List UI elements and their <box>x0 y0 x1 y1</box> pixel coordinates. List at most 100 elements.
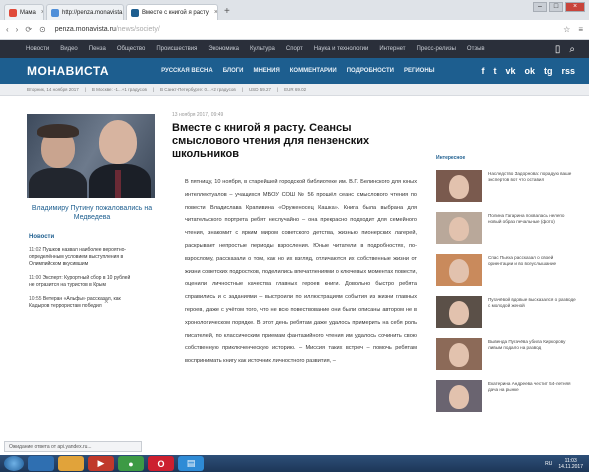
top-nav-item[interactable]: Наука и технологии <box>314 46 369 52</box>
language-indicator[interactable]: RU <box>545 461 552 467</box>
browser-tab[interactable]: Мама × <box>4 4 44 20</box>
main-nav-item[interactable]: КОММЕНТАРИИ <box>290 68 337 74</box>
taskbar-app-icon[interactable]: ● <box>118 456 144 471</box>
photo-figure-left <box>29 168 87 198</box>
info-divider: | <box>241 87 243 92</box>
top-nav-item[interactable]: Общество <box>117 46 146 52</box>
thumbnail-face <box>449 259 469 283</box>
main-nav-item[interactable]: РЕГИОНЫ <box>404 68 435 74</box>
article-body: В пятницу, 10 ноября, в старейшей городс… <box>185 179 417 365</box>
interesting-card[interactable]: Вывенда Пугачёва убила Киркорову ливым п… <box>436 338 578 371</box>
close-icon[interactable]: × <box>104 297 109 306</box>
top-nav-item[interactable]: Происшествия <box>156 46 197 52</box>
article: 13 ноября 2017, 09:49 Вместе с книгой я … <box>172 112 424 368</box>
top-nav-item[interactable]: Пензa <box>89 46 106 52</box>
info-divider: | <box>152 87 155 92</box>
tab-label: http://penza.monavista.ru <box>62 9 124 16</box>
browser-menu-icon[interactable]: ≡ <box>578 25 583 34</box>
news-list-item[interactable]: 11:00 Эксперт: Курортный сбор в 10 рубле… <box>29 275 137 289</box>
bookmark-star-icon[interactable]: ☆ <box>563 25 570 34</box>
tab-label: Мама <box>20 9 36 16</box>
news-list-item[interactable]: 10:55 Ветеран «Альфы» рассказал, как Кад… <box>29 296 137 310</box>
info-item: USD 59.27 <box>248 87 271 92</box>
main-nav: РУССКАЯ ВЕСНА БЛОГИ МНЕНИЯ КОММЕНТАРИИ ПОДРО… <box>161 68 434 74</box>
top-nav-icons: ▯ ⌕ <box>555 44 589 55</box>
featured-photo[interactable] <box>27 114 155 198</box>
main-nav-item[interactable]: ПОДРОБНОСТИ <box>347 68 394 74</box>
top-nav-item[interactable]: Интернет <box>379 46 405 52</box>
mobile-icon[interactable]: ▯ <box>555 44 561 55</box>
browser-tab-bar: Мама×http://penza.monavista.ru×Вместе с … <box>0 0 589 20</box>
top-nav-item[interactable]: Видео <box>60 46 78 52</box>
new-tab-button[interactable]: + <box>220 4 234 20</box>
close-window-button[interactable]: × <box>565 2 585 12</box>
photo-hair-left <box>37 124 79 138</box>
top-nav-item[interactable]: Отзыв <box>467 46 485 52</box>
top-nav-item[interactable]: Новости <box>26 46 49 52</box>
os-taskbar: ▶ ● O ▤ RU 11:03 14.11.2017 <box>0 455 589 472</box>
site-header: МОНАВИСТА РУССКАЯ ВЕСНА БЛОГИ МНЕНИЯ КОММЕН… <box>0 58 589 84</box>
main-nav-item[interactable]: РУССКАЯ ВЕСНА <box>161 68 213 74</box>
clock-date: 14.11.2017 <box>558 463 583 470</box>
browser-tab[interactable]: http://penza.monavista.ru× <box>46 4 124 20</box>
tab-close-icon[interactable]: × <box>214 9 217 16</box>
info-item: В Санкт-Петербурге: 0...+2 градусов <box>160 87 236 92</box>
card-text: Пугачёвой вдовые высказался о разводе с … <box>488 297 576 309</box>
site-info-icon[interactable]: ⊙ <box>39 25 46 34</box>
url-domain: penza.monavista.ru <box>54 26 116 33</box>
reload-icon[interactable]: ⟳ <box>25 25 32 34</box>
rss-icon[interactable]: rss <box>561 66 575 76</box>
twitter-icon[interactable]: t <box>493 66 496 76</box>
card-text: Екатерина Андреева честит 54-летняя дача… <box>488 381 571 393</box>
site-logo[interactable]: МОНАВИСТА <box>27 64 109 78</box>
card-thumbnail <box>436 254 482 286</box>
facebook-icon[interactable]: f <box>481 66 484 76</box>
interesting-card[interactable]: Спас Пьеха рассказал о своей ориентации … <box>436 254 578 287</box>
news-heading[interactable]: Новости <box>29 234 157 240</box>
news-time: 11:00 <box>29 275 42 281</box>
thumbnail-face <box>449 343 469 367</box>
tab-close-icon[interactable]: × <box>41 9 43 16</box>
card-thumbnail <box>436 380 482 412</box>
back-icon[interactable]: ‹ <box>6 25 9 34</box>
odnoklassniki-icon[interactable]: ok <box>524 66 535 76</box>
interesting-card[interactable]: Пугачёвой вдовые высказался о разводе с … <box>436 296 578 329</box>
maximize-button[interactable]: □ <box>549 2 563 12</box>
social-links: f t vk ok tg rss <box>481 66 589 76</box>
forward-icon[interactable]: › <box>16 25 19 34</box>
main-nav-item[interactable]: БЛОГИ <box>223 68 244 74</box>
vk-icon[interactable]: vk <box>505 66 515 76</box>
top-nav-item[interactable]: Экономика <box>208 46 239 52</box>
news-list-item[interactable]: 11:02 Пушков назвал наиболее вероятно-оп… <box>29 247 137 268</box>
featured-caption[interactable]: Владимиру Путину пожаловались на Медведе… <box>27 204 157 222</box>
main-nav-item[interactable]: МНЕНИЯ <box>253 68 279 74</box>
start-button[interactable] <box>4 456 24 471</box>
browser-tab[interactable]: Вместе с книгой я расту × <box>126 4 218 20</box>
left-column: Владимиру Путину пожаловались на Медведе… <box>27 114 157 310</box>
taskbar-app-icon[interactable] <box>58 456 84 471</box>
right-column: Интересное Наследство Задорнова: порадую… <box>436 155 578 413</box>
info-item: В Москве: -1...+1 градусов <box>91 87 147 92</box>
card-text: Спас Пьеха рассказал о своей ориентации … <box>488 255 557 267</box>
top-nav-item[interactable]: Культура <box>250 46 275 52</box>
search-icon[interactable]: ⌕ <box>569 44 575 55</box>
interesting-card[interactable]: Екатерина Андреева честит 54-летняя дача… <box>436 380 578 413</box>
taskbar-app-icon[interactable]: ▤ <box>178 456 204 471</box>
card-text: Полина Гагарина похвалась нелепо новый о… <box>488 213 565 225</box>
telegram-icon[interactable]: tg <box>544 66 553 76</box>
card-thumbnail <box>436 338 482 370</box>
top-nav-item[interactable]: Спорт <box>286 46 303 52</box>
taskbar-app-icon[interactable] <box>28 456 54 471</box>
interesting-card[interactable]: Полина Гагарина похвалась нелепо новый о… <box>436 212 578 245</box>
thumbnail-face <box>449 385 469 409</box>
top-nav-item[interactable]: Пресс-релизы <box>417 46 456 52</box>
tab-favicon-icon <box>9 8 17 17</box>
interesting-card[interactable]: Наследство Задорнова: порадую ваше экспе… <box>436 170 578 203</box>
taskbar-app-icon[interactable]: ▶ <box>88 456 114 471</box>
minimize-button[interactable]: – <box>533 2 547 12</box>
info-item: EUR 69.02 <box>284 87 307 92</box>
system-clock[interactable]: 11:03 14.11.2017 <box>558 458 583 470</box>
info-strip: Вторник, 14 ноября 2017 | В Москве: -1...+… <box>0 84 589 96</box>
url-field[interactable]: penza.monavista.ru/news/society/ <box>55 26 160 33</box>
taskbar-app-icon[interactable]: O <box>148 456 174 471</box>
